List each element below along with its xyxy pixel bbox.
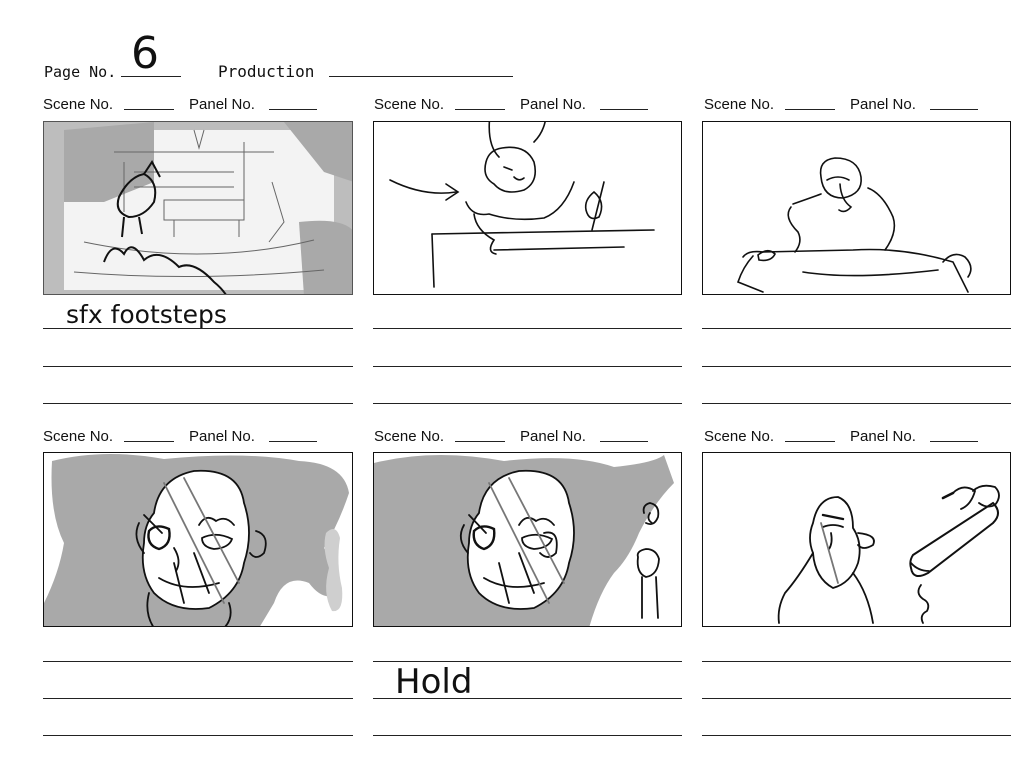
panel-no-field-2[interactable] (600, 109, 648, 110)
storyboard-panel-1[interactable] (43, 121, 353, 295)
scene-no-field-5[interactable] (455, 441, 505, 442)
note-line-6c[interactable] (702, 735, 1011, 736)
note-line-3a[interactable] (702, 328, 1011, 329)
scene-no-label-2: Scene No. (374, 96, 445, 113)
scene-no-field-1[interactable] (124, 109, 174, 110)
scene-no-field-3[interactable] (785, 109, 835, 110)
panel-no-label-1: Panel No. (189, 96, 255, 113)
scene-no-label-3: Scene No. (704, 96, 775, 113)
note-line-4b[interactable] (43, 698, 353, 699)
scene-no-label-6: Scene No. (704, 428, 775, 445)
panel-no-field-6[interactable] (930, 441, 978, 442)
note-line-3c[interactable] (702, 403, 1011, 404)
storyboard-panel-4[interactable] (43, 452, 353, 627)
note-text-5a: Hold (395, 662, 473, 702)
production-label: Production (218, 62, 315, 81)
note-line-3b[interactable] (702, 366, 1011, 367)
scene-no-label-1: Scene No. (43, 96, 114, 113)
panel-no-label-2: Panel No. (520, 96, 586, 113)
page-number-label: Page No. (44, 63, 117, 81)
panel-no-field-4[interactable] (269, 441, 317, 442)
storyboard-panel-5[interactable] (373, 452, 682, 627)
panel-no-field-3[interactable] (930, 109, 978, 110)
scene-no-field-2[interactable] (455, 109, 505, 110)
note-text-1a: sfx footsteps (66, 300, 227, 329)
panel-no-field-5[interactable] (600, 441, 648, 442)
page-number-value[interactable]: 6 (131, 28, 159, 79)
note-line-1b[interactable] (43, 366, 353, 367)
panel-no-label-4: Panel No. (189, 428, 255, 445)
scene-no-label-4: Scene No. (43, 428, 114, 445)
note-line-6b[interactable] (702, 698, 1011, 699)
panel-2-sketch (389, 122, 655, 288)
note-line-1c[interactable] (43, 403, 353, 404)
panel-no-label-3: Panel No. (850, 96, 916, 113)
note-line-2a[interactable] (373, 328, 682, 329)
panel-no-label-5: Panel No. (520, 428, 586, 445)
storyboard-panel-6[interactable] (702, 452, 1011, 627)
scene-no-field-4[interactable] (124, 441, 174, 442)
note-line-2b[interactable] (373, 366, 682, 367)
scene-no-label-5: Scene No. (374, 428, 445, 445)
panel-5-sketch (374, 455, 674, 626)
panel-no-label-6: Panel No. (850, 428, 916, 445)
note-line-4a[interactable] (43, 661, 353, 662)
note-line-4c[interactable] (43, 735, 353, 736)
note-line-5b[interactable] (373, 698, 682, 699)
note-line-6a[interactable] (702, 661, 1011, 662)
panel-1-sketch (44, 122, 352, 294)
scene-no-field-6[interactable] (785, 441, 835, 442)
note-line-5c[interactable] (373, 735, 682, 736)
storyboard-panel-2[interactable] (373, 121, 682, 295)
storyboard-panel-3[interactable] (702, 121, 1011, 295)
panel-6-sketch (777, 484, 1000, 624)
panel-no-field-1[interactable] (269, 109, 317, 110)
note-line-2c[interactable] (373, 403, 682, 404)
panel-4-sketch (44, 453, 349, 626)
production-line (329, 76, 513, 77)
panel-3-sketch (737, 157, 972, 293)
